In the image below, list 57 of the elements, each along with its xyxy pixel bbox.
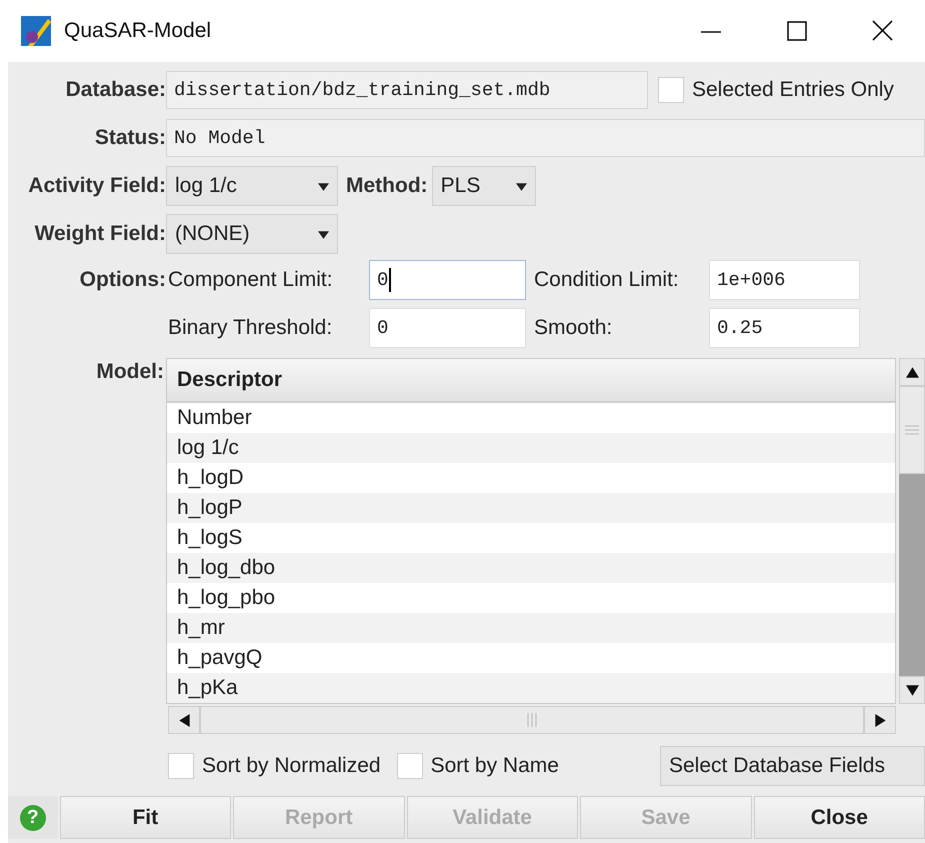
arrow-icon (874, 714, 886, 726)
field-label: Smooth: (533, 316, 614, 340)
app-logo-icon (20, 15, 54, 47)
select-fields-button[interactable]: Select Database Fields (660, 746, 925, 786)
activity-field-dropdown[interactable]: log 1/c (166, 166, 338, 206)
scroll-right-button[interactable] (864, 706, 896, 734)
checkbox[interactable] (396, 753, 423, 779)
window-title: QuaSAR-Model (64, 19, 212, 43)
caret-icon (516, 180, 527, 192)
input-field[interactable]: 0 (369, 260, 526, 300)
table-cell[interactable]: h_log_pbo (167, 583, 895, 613)
scrollbar-thumb[interactable] (200, 706, 864, 734)
checkbox[interactable] (168, 753, 194, 779)
table-cell[interactable]: h_logS (167, 523, 895, 553)
field-label: Component Limit: (167, 268, 334, 292)
table-cell[interactable]: h_log_dbo (167, 553, 895, 583)
field-label: Options: (78, 268, 166, 292)
caret-icon (318, 228, 329, 240)
checkbox-label: Selected Entries Only (692, 78, 894, 102)
table-cell[interactable]: h_pKa (167, 673, 895, 703)
grip-icon (905, 425, 919, 435)
checkbox[interactable] (658, 77, 684, 103)
input-field[interactable]: 0.25 (709, 308, 860, 348)
field-label: Binary Threshold: (167, 316, 334, 340)
field-label: Status: (94, 126, 166, 150)
field-label: Weight Field: (34, 222, 166, 246)
checkbox-label: Sort by Normalized (202, 754, 381, 778)
table-cell[interactable]: log 1/c (167, 433, 895, 463)
table-cell[interactable]: h_logD (167, 463, 895, 493)
caret-icon (318, 180, 329, 192)
input-field[interactable]: 0 (369, 308, 526, 348)
arrow-icon (906, 366, 918, 378)
arrow-icon (906, 684, 918, 696)
field-label: Activity Field: (27, 174, 166, 198)
input-field[interactable]: 1e+006 (709, 260, 860, 300)
scroll-left-button[interactable] (168, 706, 200, 734)
table-cell[interactable]: h_pavgQ (167, 643, 895, 673)
scrollbar-thumb[interactable] (899, 386, 925, 474)
field-label: Method: (346, 174, 428, 198)
table-cell[interactable]: Number (167, 403, 895, 433)
field-label: Database: (64, 78, 166, 102)
scroll-down-button[interactable] (899, 676, 925, 704)
method-dropdown[interactable]: PLS (432, 166, 536, 206)
dialog-button[interactable]: Close (754, 796, 925, 839)
dialog-button[interactable]: Fit (60, 796, 232, 839)
grip-icon (527, 713, 537, 727)
arrow-icon (178, 714, 190, 726)
scroll-up-button[interactable] (899, 358, 925, 386)
table-cell[interactable]: h_logP (167, 493, 895, 523)
checkbox-label: Sort by Name (430, 754, 559, 778)
database-field[interactable]: dissertation/bdz_training_set.mdb (166, 71, 648, 109)
column-header[interactable]: Descriptor (167, 359, 895, 403)
table-cell[interactable]: h_mr (167, 613, 895, 643)
status-field: No Model (166, 119, 925, 157)
field-label: Model: (95, 359, 164, 385)
weight-field-dropdown[interactable]: (NONE) (166, 214, 338, 254)
field-label: Condition Limit: (533, 268, 680, 292)
